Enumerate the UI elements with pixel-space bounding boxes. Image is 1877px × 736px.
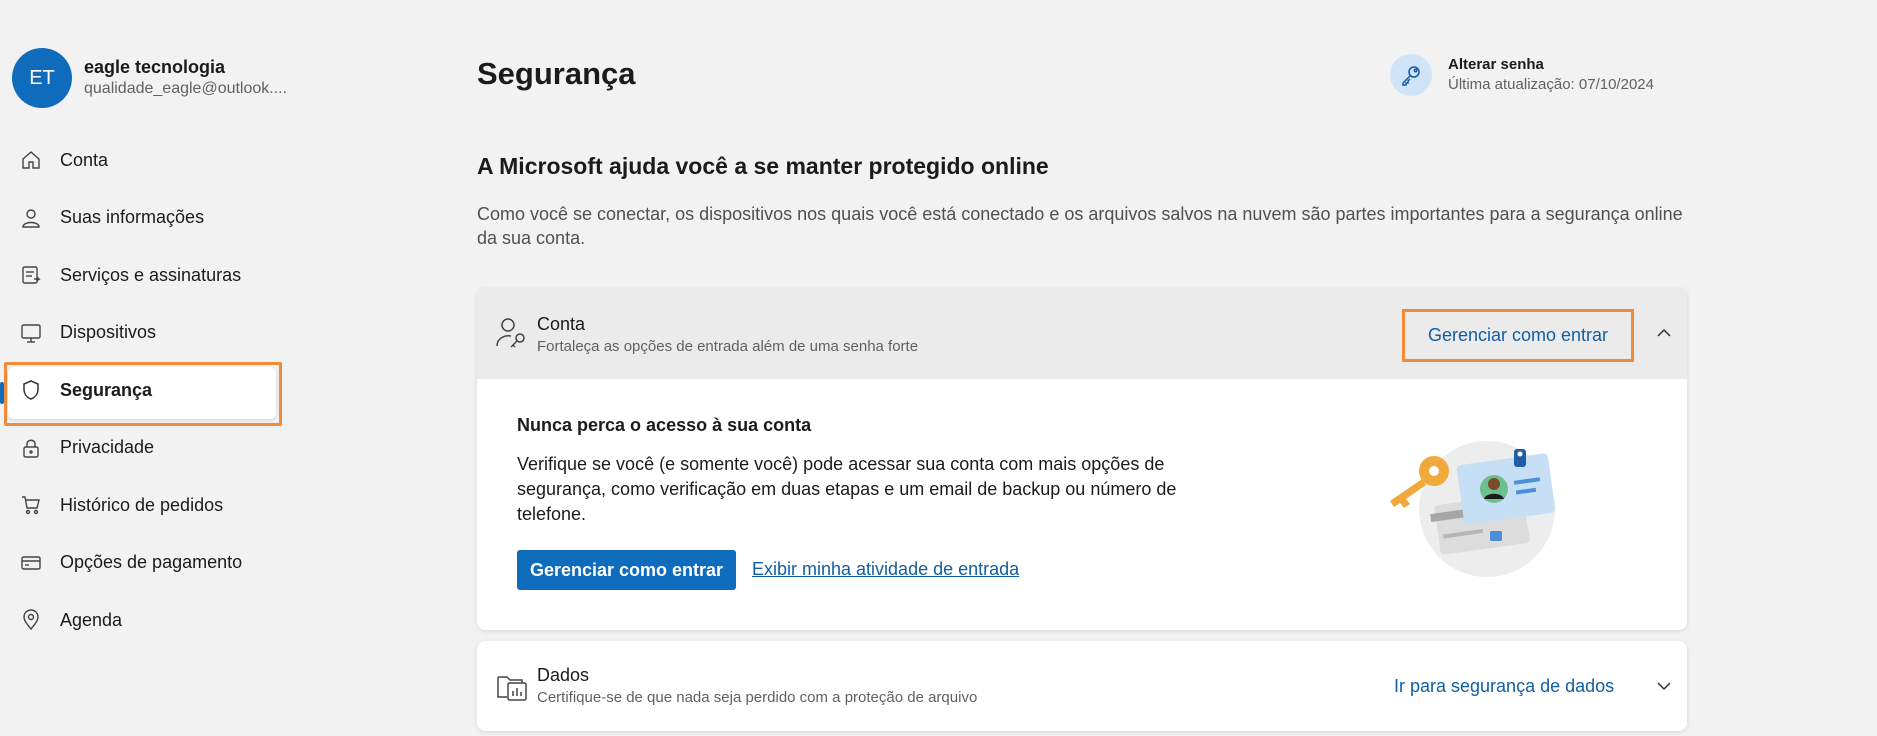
- change-password-title[interactable]: Alterar senha: [1448, 55, 1654, 75]
- sidebar-item-label: Dispositivos: [60, 322, 157, 342]
- sidebar-item-privacidade[interactable]: Privacidade: [0, 422, 290, 474]
- body-title: Nunca perca o acesso à sua conta: [517, 415, 812, 435]
- security-illustration-icon: [1390, 441, 1556, 577]
- change-password-text: Alterar senha Última atualização: 07/10/…: [1448, 55, 1654, 95]
- card-body: Nunca perca o acesso à sua conta Verifiq…: [477, 379, 1687, 630]
- sidebar-item-pagamento[interactable]: Opções de pagamento: [0, 537, 290, 589]
- section-description: Como você se conectar, os dispositivos n…: [477, 204, 1683, 248]
- profile-text: eagle tecnologia qualidade_eagle@outlook…: [84, 56, 287, 100]
- home-icon: [20, 149, 42, 171]
- sidebar: ET eagle tecnologia qualidade_eagle@outl…: [0, 0, 290, 736]
- profile[interactable]: ET eagle tecnologia qualidade_eagle@outl…: [12, 48, 287, 108]
- last-updated: Última atualização: 07/10/2024: [1448, 76, 1654, 93]
- sidebar-item-conta[interactable]: Conta: [0, 134, 290, 186]
- shield-icon: [20, 379, 42, 401]
- avatar[interactable]: ET: [12, 48, 72, 108]
- sidebar-item-label: Agenda: [60, 609, 123, 630]
- sidebar-item-label: Serviços e assinaturas: [60, 264, 242, 285]
- person-key-icon: [495, 316, 529, 350]
- active-indicator: [0, 382, 4, 404]
- cart-icon: [20, 494, 42, 516]
- card-subtitle: Certifique-se de que nada seja perdido c…: [537, 689, 978, 706]
- sidebar-item-historico[interactable]: Histórico de pedidos: [0, 479, 290, 531]
- sign-in-activity-link[interactable]: Exibir minha atividade de entrada: [752, 559, 1019, 580]
- subscriptions-icon: [20, 264, 42, 286]
- card-header[interactable]: Conta Fortaleça as opções de entrada alé…: [477, 288, 1687, 379]
- sidebar-item-label: Segurança: [60, 379, 153, 400]
- lock-icon: [20, 437, 42, 459]
- manage-sign-in-button[interactable]: Gerenciar como entrar: [517, 550, 736, 590]
- sidebar-item-label: Privacidade: [60, 437, 155, 457]
- sidebar-item-label: Histórico de pedidos: [60, 494, 224, 515]
- credit-card-icon: [20, 552, 42, 574]
- location-icon: [20, 609, 42, 631]
- sidebar-item-agenda[interactable]: Agenda: [0, 594, 290, 646]
- data-security-card[interactable]: Dados Certifique-se de que nada seja per…: [477, 641, 1687, 731]
- section-subtitle: A Microsoft ajuda você a se manter prote…: [477, 153, 1049, 179]
- body-text: Verifique se você (e somente você) pode …: [517, 454, 1177, 524]
- change-password[interactable]: Alterar senha Última atualização: 07/10/…: [1390, 54, 1654, 96]
- sidebar-item-suas-informacoes[interactable]: Suas informações: [0, 192, 290, 244]
- account-security-card: Conta Fortaleça as opções de entrada alé…: [477, 288, 1687, 630]
- sidebar-item-servicos[interactable]: Serviços e assinaturas: [0, 249, 290, 301]
- sidebar-item-dispositivos[interactable]: Dispositivos: [0, 307, 290, 359]
- chevron-down-icon[interactable]: [1654, 676, 1674, 696]
- card-title: Dados: [537, 665, 590, 685]
- sidebar-item-seguranca[interactable]: Segurança: [0, 362, 290, 426]
- sidebar-item-label: Suas informações: [60, 207, 205, 227]
- profile-name: eagle tecnologia: [84, 57, 226, 77]
- manage-sign-in-link[interactable]: Gerenciar como entrar: [1402, 309, 1634, 362]
- data-security-link[interactable]: Ir para segurança de dados: [1394, 676, 1614, 697]
- sidebar-nav: Conta Suas informações Serviços e assina…: [0, 134, 290, 652]
- sidebar-item-label: Conta: [60, 149, 109, 170]
- chevron-up-icon[interactable]: [1654, 323, 1674, 343]
- card-subtitle: Fortaleça as opções de entrada além de u…: [537, 338, 919, 355]
- profile-email: qualidade_eagle@outlook....: [84, 80, 288, 97]
- folder-icon: [495, 669, 529, 703]
- page-title: Segurança: [477, 56, 636, 91]
- person-icon: [20, 207, 42, 229]
- monitor-icon: [20, 322, 42, 344]
- sidebar-item-label: Opções de pagamento: [60, 552, 243, 572]
- card-title: Conta: [537, 314, 586, 334]
- key-icon: [1390, 54, 1432, 96]
